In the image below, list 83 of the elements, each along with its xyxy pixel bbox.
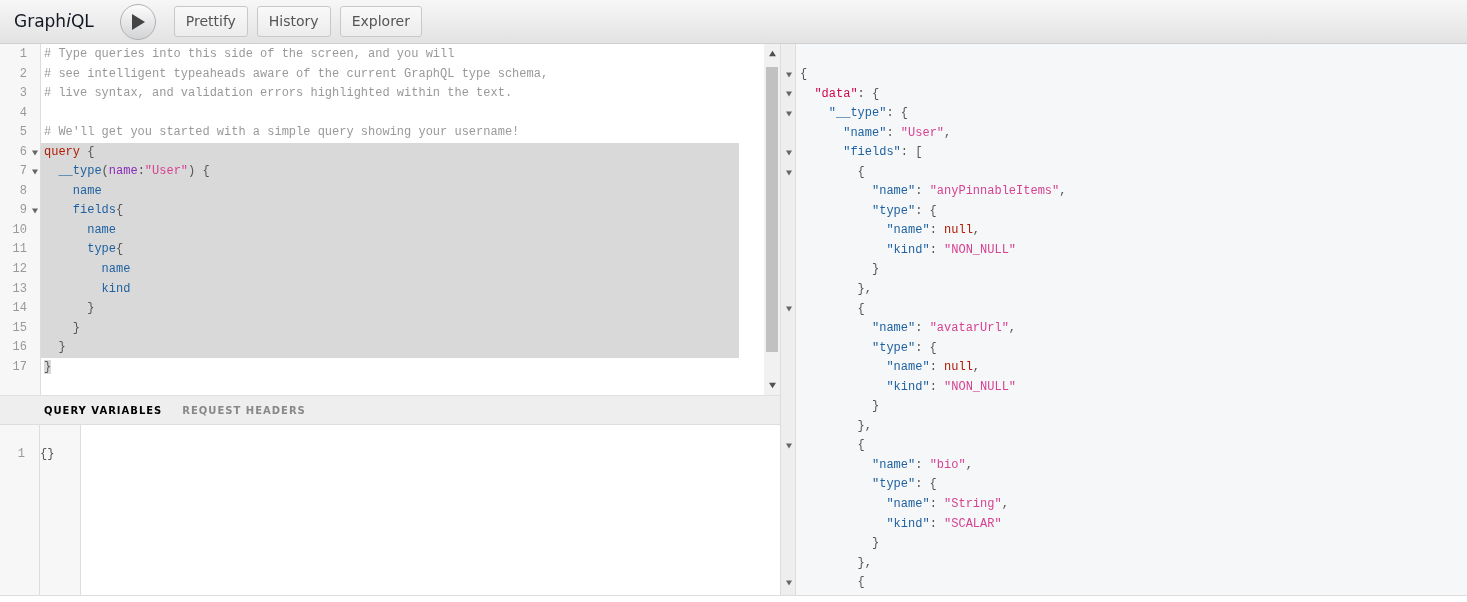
code-line: # We'll get you started with a simple query showing your username! [44, 125, 520, 140]
result-line: "name": null, [885, 360, 981, 375]
code-line: query { [44, 144, 95, 159]
code-line: type{ [86, 242, 124, 257]
line-number: 6 [19, 144, 27, 159]
code-line: {} [40, 447, 55, 461]
result-line: { [856, 164, 865, 179]
code-line: } [71, 320, 80, 335]
line-number: 9 [19, 203, 27, 218]
fold-arrow-icon[interactable] [785, 169, 792, 176]
fold-arrow-icon[interactable] [785, 71, 792, 78]
code-line: fields{ [71, 203, 124, 218]
variables-tab[interactable]: QUERY VARIABLES [44, 402, 163, 418]
result-line: "__type": { [827, 106, 909, 121]
code-line: kind [100, 281, 131, 296]
result-line: }, [856, 282, 872, 296]
result-line: "name": "bio", [871, 457, 973, 472]
code-line: __type(name:"User") { [57, 164, 210, 179]
fold-arrow-icon[interactable] [32, 208, 38, 215]
result-line: "kind": "SCALAR" [885, 516, 1002, 531]
code-line: name [100, 262, 131, 276]
line-number: 5 [19, 125, 27, 140]
line-number: 15 [12, 320, 27, 335]
result-line: }, [856, 555, 872, 570]
toolbar-button[interactable]: Explorer [339, 6, 422, 37]
toolbar-button[interactable]: History [256, 6, 331, 37]
result-line: }, [856, 418, 872, 433]
code-line: name [71, 183, 102, 198]
fold-arrow-icon[interactable] [785, 110, 792, 117]
line-number: 12 [12, 262, 27, 276]
result-line: } [871, 536, 880, 551]
fold-arrow-icon[interactable] [32, 169, 38, 176]
fold-arrow-icon[interactable] [785, 91, 792, 98]
result-line: { [856, 301, 865, 316]
result-line: "name": "avatarUrl", [871, 321, 1017, 336]
result-line: { [856, 438, 865, 453]
code-line: # Type queries into this side of the screen, and you will [44, 47, 455, 61]
line-number: 2 [19, 66, 27, 81]
line-number: 17 [12, 359, 27, 374]
scrollbar-thumb[interactable] [766, 67, 778, 352]
toolbar-button[interactable]: Prettify [173, 6, 248, 37]
fold-arrow-icon[interactable] [785, 443, 792, 450]
fold-arrow-icon[interactable] [32, 149, 38, 156]
result-line: "kind": "NON_NULL" [885, 242, 1017, 257]
run-button[interactable] [119, 3, 156, 40]
code-line: # see intelligent typeaheads aware of the current GraphQL type schema, [44, 66, 549, 81]
result-line: "fields": [ [842, 145, 923, 160]
result-line: { [800, 67, 808, 81]
line-number: 13 [12, 281, 27, 296]
line-number: 14 [12, 301, 27, 316]
scroll-up-icon[interactable] [767, 50, 777, 57]
line-number: 16 [12, 340, 27, 355]
scroll-down-icon[interactable] [767, 382, 777, 389]
line-number: 4 [19, 105, 27, 120]
code-line: } [57, 340, 66, 355]
line-number: 7 [19, 164, 27, 179]
result-line: "type": { [871, 203, 937, 218]
result-line: "name": null, [885, 223, 981, 238]
fold-arrow-icon[interactable] [785, 306, 792, 313]
result-line: "name": "User", [842, 125, 952, 140]
result-line: "data": { [813, 86, 880, 101]
result-line: } [871, 399, 880, 414]
line-number: 11 [12, 242, 27, 257]
line-number: 1 [17, 447, 25, 461]
result-line: "type": { [871, 477, 937, 492]
fold-arrow-icon[interactable] [785, 149, 792, 156]
line-number: 3 [19, 86, 27, 101]
result-line: "type": { [871, 340, 937, 355]
code-line: # live syntax, and validation errors highlighted within the text. [44, 86, 513, 101]
scrollbar[interactable] [764, 44, 780, 395]
result-line: "name": "anyPinnableItems", [871, 184, 1067, 199]
line-number: 1 [19, 47, 27, 61]
result-line: { [856, 575, 865, 590]
result-line: "name": "String", [885, 497, 1009, 512]
code-line: name [86, 222, 116, 237]
play-icon [130, 13, 145, 30]
code-line: } [86, 301, 95, 316]
app-title: GraphiQL [14, 9, 94, 33]
line-number: 8 [19, 183, 27, 198]
fold-arrow-icon[interactable] [785, 580, 792, 586]
line-number: 10 [12, 222, 27, 237]
result-line: } [871, 262, 880, 277]
result-line: "kind": "NON_NULL" [885, 379, 1017, 394]
